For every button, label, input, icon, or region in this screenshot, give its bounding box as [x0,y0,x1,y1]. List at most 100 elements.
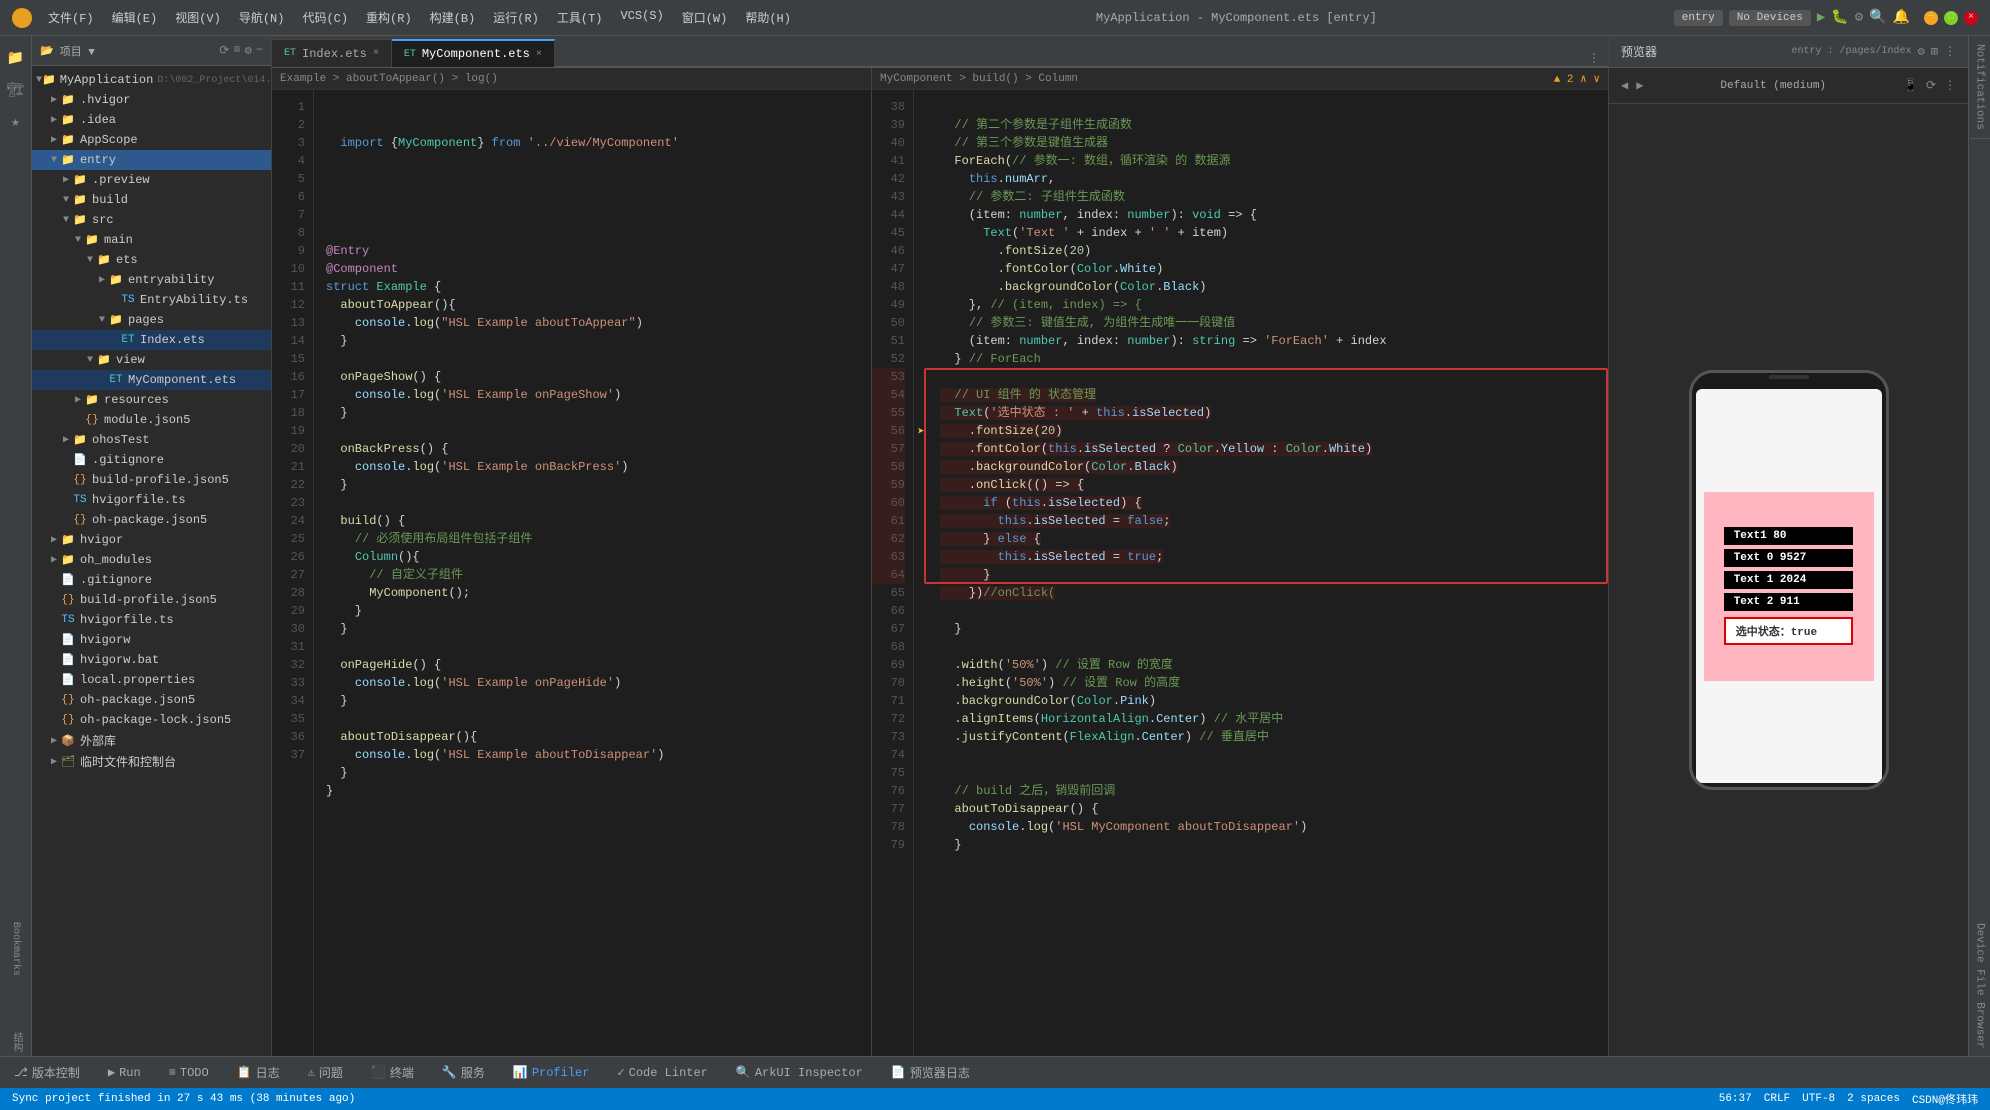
tree-hvigorfile-root[interactable]: ▶ TS hvigorfile.ts [32,610,271,630]
tree-module-json[interactable]: ▶ {} module.json5 [32,410,271,430]
tree-oh-pkg-lock[interactable]: ▶ {} oh-package-lock.json5 [32,710,271,730]
sidebar-bookmarks-icon[interactable]: Bookmarks [8,918,23,980]
tree-hvigorw-bat[interactable]: ▶ 📄 hvigorw.bat [32,650,271,670]
tab-index-ets[interactable]: ET Index.ets × [272,39,392,67]
device-file-browser-tab[interactable]: Device File Browser [1970,915,1990,1056]
sidebar-structure-bottom-icon[interactable]: 结构 [6,1028,25,1056]
code-area-right[interactable]: 3839404142 4344454647 4849505152 53 54 5… [872,90,1608,1056]
tree-entryability[interactable]: ▶ 📁 entryability [32,270,271,290]
todo-btn[interactable]: ≡ TODO [163,1064,215,1082]
arkui-inspector-btn[interactable]: 🔍 ArkUI Inspector [730,1063,869,1082]
tree-gitignore-root[interactable]: ▶ 📄 .gitignore [32,570,271,590]
tree-index-ets[interactable]: ▶ ET Index.ets [32,330,271,350]
code-area-left[interactable]: 12345 678910 1112131415 1617181920 21222… [272,90,871,1056]
run-tool-btn[interactable]: ▶ Run [102,1063,147,1082]
tree-entryability-ts[interactable]: ▶ TS EntryAbility.ts [32,290,271,310]
tree-ohostest[interactable]: ▶ 📁 ohosTest [32,430,271,450]
minimize-btn[interactable]: − [1924,11,1938,25]
tree-oh-pkg[interactable]: ▶ {} oh-package.json5 [32,690,271,710]
line-separator[interactable]: CRLF [1764,1093,1790,1105]
tab-mycomponent-ets[interactable]: ET MyComponent.ets × [392,39,555,67]
menu-run[interactable]: 运行(R) [485,7,547,28]
preview-log-btn[interactable]: 📄 预览器日志 [885,1062,976,1083]
tree-idea[interactable]: ▶ 📁 .idea [32,110,271,130]
tree-hvigor[interactable]: ▶ 📁 .hvigor [32,90,271,110]
tree-external[interactable]: ▶ 📦 外部库 [32,730,271,751]
run-btn[interactable]: ▶ [1817,9,1825,26]
code-content-left[interactable]: import {MyComponent} from '../view/MyCom… [314,90,871,1056]
tab-index-close[interactable]: × [373,48,379,59]
menu-window[interactable]: 窗口(W) [674,7,736,28]
no-devices-btn[interactable]: No Devices [1729,10,1811,26]
encoding[interactable]: UTF-8 [1802,1093,1835,1105]
sidebar-favorites-icon[interactable]: ★ [2,108,30,136]
menu-help[interactable]: 帮助(H) [737,7,799,28]
services-btn[interactable]: 🔧 服务 [436,1062,491,1083]
phone-icon[interactable]: 📱 [1903,78,1918,93]
preview-grid-icon[interactable]: ⊞ [1931,44,1938,59]
close-tree-icon[interactable]: − [256,43,263,58]
version-control-btn[interactable]: ⎇ 版本控制 [8,1062,86,1083]
tree-build-json[interactable]: ▶ {} build-profile.json5 [32,470,271,490]
cursor-position[interactable]: 56:37 [1719,1093,1752,1105]
tree-hvigorw[interactable]: ▶ 📄 hvigorw [32,630,271,650]
maximize-btn[interactable]: □ [1944,11,1958,25]
selected-state-btn[interactable]: 选中状态：true [1724,617,1854,645]
menu-vcs[interactable]: VCS(S) [612,7,671,28]
refresh-icon[interactable]: ⟳ [1926,78,1936,93]
text0-btn[interactable]: Text 0 9527 [1724,549,1854,567]
code-linter-btn[interactable]: ✓ Code Linter [611,1063,713,1082]
text1-2024-btn[interactable]: Text 1 2024 [1724,571,1854,589]
tree-appscope[interactable]: ▶ 📁 AppScope [32,130,271,150]
close-btn[interactable]: × [1964,11,1978,25]
menu-file[interactable]: 文件(F) [40,7,102,28]
tree-main[interactable]: ▼ 📁 main [32,230,271,250]
menu-edit[interactable]: 编辑(E) [104,7,166,28]
editor-more-btn[interactable]: ⋮ [1580,51,1608,67]
tree-oh-package-json[interactable]: ▶ {} oh-package.json5 [32,510,271,530]
tree-resources[interactable]: ▶ 📁 resources [32,390,271,410]
tree-gitignore[interactable]: ▶ 📄 .gitignore [32,450,271,470]
notifications-btn[interactable]: 🔔 [1893,9,1910,26]
menu-refactor[interactable]: 重构(R) [358,7,420,28]
tree-hvigor-root[interactable]: ▶ 📁 hvigor [32,530,271,550]
menu-tools[interactable]: 工具(T) [549,7,611,28]
tree-entry[interactable]: ▼ 📁 entry [32,150,271,170]
tree-root[interactable]: ▼ 📁 MyApplication D:\002_Project\014... [32,70,271,90]
tree-local-props[interactable]: ▶ 📄 local.properties [32,670,271,690]
menu-build[interactable]: 构建(B) [422,7,484,28]
text2-btn[interactable]: Text 2 911 [1724,593,1854,611]
terminal-btn[interactable]: ⬛ 终端 [365,1062,420,1083]
tree-hvigorfile-ts[interactable]: ▶ TS hvigorfile.ts [32,490,271,510]
menu-navigate[interactable]: 导航(N) [231,7,293,28]
tab-mycomponent-close[interactable]: × [536,49,542,60]
tree-temp[interactable]: ▶ 🗂 临时文件和控制台 [32,751,271,772]
tree-src[interactable]: ▼ 📁 src [32,210,271,230]
indentation[interactable]: 2 spaces [1847,1093,1900,1105]
search-btn[interactable]: 🔍 [1869,9,1886,26]
sidebar-structure-icon[interactable]: 🏗 [2,76,30,104]
prev-btn[interactable]: ◀ [1621,78,1628,93]
tree-ets[interactable]: ▼ 📁 ets [32,250,271,270]
text1-btn[interactable]: Text1 80 [1724,527,1854,545]
sync-icon[interactable]: ⟳ [219,43,229,58]
tree-view[interactable]: ▼ 📁 view [32,350,271,370]
tree-build-root[interactable]: ▶ {} build-profile.json5 [32,590,271,610]
tree-mycomponent-ets[interactable]: ▶ ET MyComponent.ets [32,370,271,390]
issues-btn[interactable]: ⚠ 问题 [302,1062,349,1083]
entry-selector[interactable]: entry [1674,10,1723,26]
next-btn[interactable]: ▶ [1636,78,1643,93]
debug-btn[interactable]: 🐛 [1831,9,1848,26]
tree-build[interactable]: ▼ 📁 build [32,190,271,210]
code-content-right[interactable]: // 第二个参数是子组件生成函数 // 第三个参数是键值生成器 ForEach(… [928,90,1608,1056]
log-btn[interactable]: 📋 日志 [231,1062,286,1083]
collapse-icon[interactable]: ≡ [233,43,240,58]
tree-preview[interactable]: ▶ 📁 .preview [32,170,271,190]
settings-tree-icon[interactable]: ⚙ [245,43,252,58]
notifications-tab[interactable]: Notifications [1970,36,1990,139]
menu-code[interactable]: 代码(C) [294,7,356,28]
tree-pages[interactable]: ▼ 📁 pages [32,310,271,330]
sidebar-project-icon[interactable]: 📁 [2,44,30,72]
more-preview-icon[interactable]: ⋮ [1944,78,1956,93]
tree-oh-modules[interactable]: ▶ 📁 oh_modules [32,550,271,570]
